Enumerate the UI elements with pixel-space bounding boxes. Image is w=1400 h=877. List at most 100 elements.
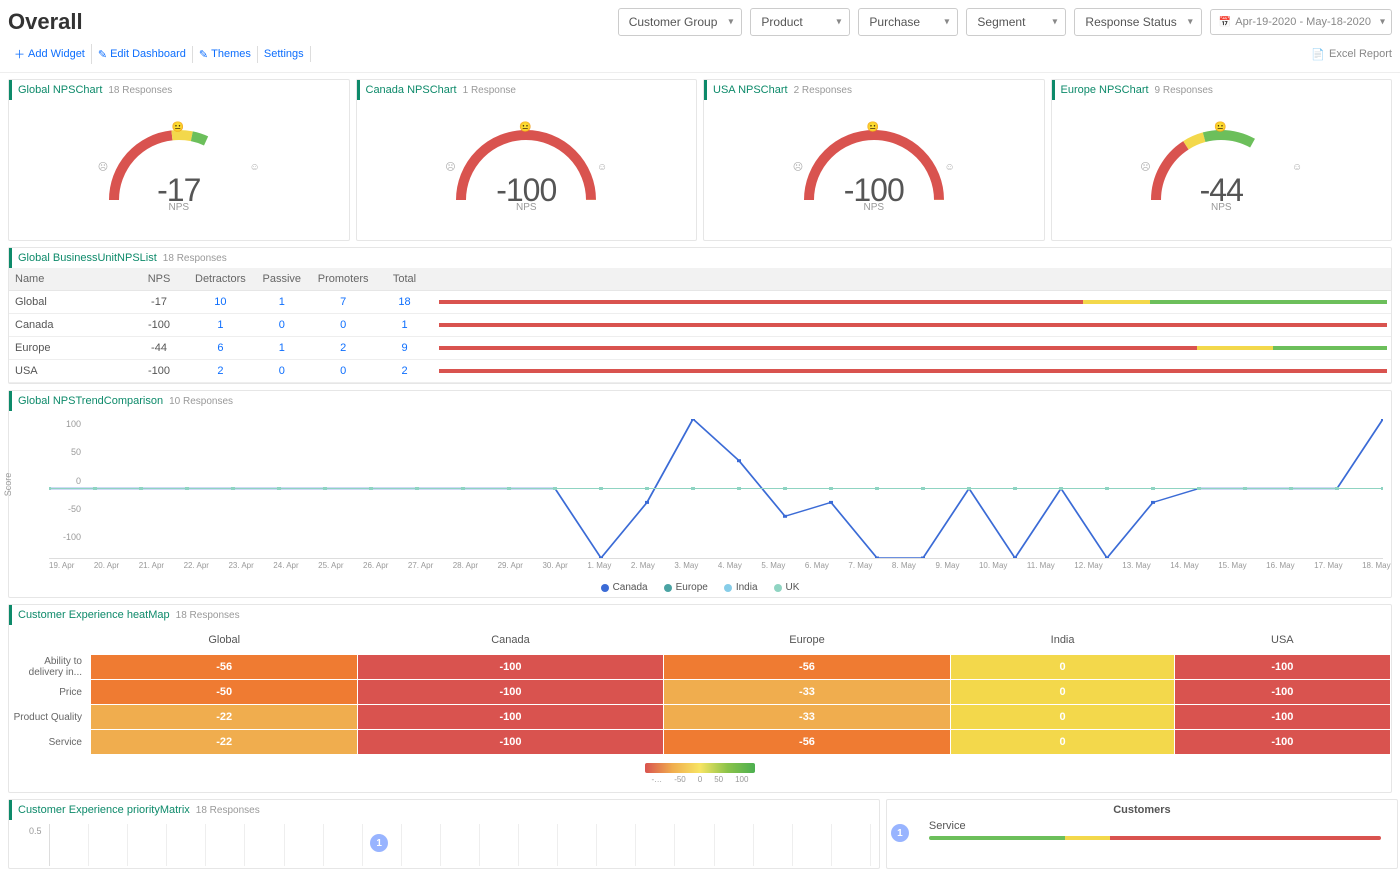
nps-gauge: ☹ 😐 ☺ -100 NPS [357, 100, 697, 240]
filter-product[interactable]: Product [750, 8, 850, 36]
heat-cell[interactable]: 0 [951, 655, 1173, 679]
themes-button[interactable]: ✎Themes [193, 46, 258, 63]
nps-card: Canada NPSChart 1 Response ☹ 😐 ☺ -100 NPS [356, 79, 698, 241]
brush-icon: ✎ [199, 48, 208, 61]
nps-card-sub: 18 Responses [108, 85, 172, 96]
table-row[interactable]: Canada -100 1 0 0 1 [9, 314, 1391, 337]
heat-cell[interactable]: -56 [91, 655, 357, 679]
heat-cell[interactable]: -33 [664, 705, 951, 729]
heat-row: Service-22-100-560-100 [10, 730, 1390, 754]
heat-cell[interactable]: 0 [951, 705, 1173, 729]
nps-gauge: ☹ 😐 ☺ -17 NPS [9, 100, 349, 240]
row-promoters[interactable]: 2 [312, 337, 375, 360]
nps-col-header: NPS [129, 268, 189, 291]
nps-list-card: Global BusinessUnitNPSList 18 Responses … [8, 247, 1392, 384]
row-passive[interactable]: 0 [252, 314, 312, 337]
heat-col: Global [91, 626, 357, 654]
heatmap-scale-bar [645, 763, 755, 773]
legend-item[interactable]: UK [774, 582, 800, 593]
row-name: USA [9, 360, 129, 383]
heat-row-label: Ability to delivery in... [10, 655, 90, 679]
priority-ytick: 0.5 [29, 826, 42, 836]
heat-cell[interactable]: -100 [358, 655, 662, 679]
filter-purchase[interactable]: Purchase [858, 8, 958, 36]
add-widget-button[interactable]: ＋Add Widget [8, 44, 92, 64]
customers-bubble[interactable]: 1 [891, 824, 909, 842]
row-detractors[interactable]: 6 [189, 337, 252, 360]
row-promoters[interactable]: 7 [312, 291, 375, 314]
priority-matrix-card: Customer Experience priorityMatrix 18 Re… [8, 799, 880, 869]
legend-item[interactable]: Canada [601, 582, 648, 593]
heat-cell[interactable]: -22 [91, 705, 357, 729]
heat-cell[interactable]: -56 [664, 730, 951, 754]
heat-cell[interactable]: -50 [91, 680, 357, 704]
settings-button[interactable]: Settings [258, 46, 311, 62]
nps-col-bar [435, 268, 1392, 291]
legend-dot-icon [774, 584, 782, 592]
heat-cell[interactable]: 0 [951, 730, 1173, 754]
row-detractors[interactable]: 2 [189, 360, 252, 383]
trend-sub: 10 Responses [169, 396, 233, 407]
heat-cell[interactable]: -100 [1175, 680, 1390, 704]
heat-row: Price-50-100-330-100 [10, 680, 1390, 704]
nps-label: NPS [94, 202, 264, 213]
customers-bar [929, 836, 1381, 840]
heatmap-sub: 18 Responses [176, 610, 240, 621]
nps-gauge: ☹ 😐 ☺ -44 NPS [1052, 100, 1392, 240]
row-nps: -100 [129, 360, 189, 383]
legend-item[interactable]: India [724, 582, 758, 593]
nps-col-header: Name [9, 268, 129, 291]
row-detractors[interactable]: 1 [189, 314, 252, 337]
nps-card-sub: 2 Responses [794, 85, 852, 96]
excel-report-button[interactable]: 📄Excel Report [1311, 48, 1392, 61]
trend-plot[interactable]: 100500-50-100 [49, 419, 1383, 559]
row-nps: -17 [129, 291, 189, 314]
heat-cell[interactable]: -100 [1175, 705, 1390, 729]
row-total[interactable]: 18 [375, 291, 435, 314]
table-row[interactable]: USA -100 2 0 0 2 [9, 360, 1391, 383]
row-passive[interactable]: 1 [252, 337, 312, 360]
nps-label: NPS [789, 202, 959, 213]
row-detractors[interactable]: 10 [189, 291, 252, 314]
row-passive[interactable]: 1 [252, 291, 312, 314]
table-row[interactable]: Europe -44 6 1 2 9 [9, 337, 1391, 360]
trend-ylabel: Score [3, 473, 13, 497]
row-promoters[interactable]: 0 [312, 360, 375, 383]
settings-label: Settings [264, 48, 304, 60]
legend-item[interactable]: Europe [664, 582, 708, 593]
nps-card-sub: 1 Response [463, 85, 516, 96]
priority-plot[interactable]: 1 [49, 824, 871, 866]
filter-response-status[interactable]: Response Status [1074, 8, 1201, 36]
row-passive[interactable]: 0 [252, 360, 312, 383]
date-range-picker[interactable]: Apr-19-2020 - May-18-2020 [1210, 9, 1392, 35]
trend-card: Global NPSTrendComparison 10 Responses S… [8, 390, 1392, 598]
heat-cell[interactable]: -56 [664, 655, 951, 679]
heat-col: USA [1175, 626, 1390, 654]
table-row[interactable]: Global -17 10 1 7 18 [9, 291, 1391, 314]
heat-cell[interactable]: -33 [664, 680, 951, 704]
row-promoters[interactable]: 0 [312, 314, 375, 337]
heat-row: Ability to delivery in...-56-100-560-100 [10, 655, 1390, 679]
row-total[interactable]: 9 [375, 337, 435, 360]
trend-xaxis: 19. Apr20. Apr21. Apr22. Apr23. Apr24. A… [9, 559, 1391, 576]
nps-col-header: Total [375, 268, 435, 291]
nps-card: USA NPSChart2 Responses ☹ 😐 ☺ -100 NPS [703, 79, 1045, 241]
heat-cell[interactable]: -100 [1175, 655, 1390, 679]
filter-customer-group[interactable]: Customer Group [618, 8, 743, 36]
trend-legend: Canada Europe India UK [9, 576, 1391, 597]
heat-row: Product Quality-22-100-330-100 [10, 705, 1390, 729]
row-total[interactable]: 2 [375, 360, 435, 383]
nps-card-title: Canada NPSChart [366, 84, 457, 96]
heat-cell[interactable]: -100 [1175, 730, 1390, 754]
heat-cell[interactable]: -22 [91, 730, 357, 754]
row-total[interactable]: 1 [375, 314, 435, 337]
row-nps: -100 [129, 314, 189, 337]
edit-dashboard-button[interactable]: ✎Edit Dashboard [92, 46, 193, 63]
heat-cell[interactable]: 0 [951, 680, 1173, 704]
nps-gauge-row: Global NPSChart18 Responses ☹ 😐 ☺ -17 NP… [0, 73, 1400, 247]
heat-cell[interactable]: -100 [358, 680, 662, 704]
heat-cell[interactable]: -100 [358, 705, 662, 729]
heat-cell[interactable]: -100 [358, 730, 662, 754]
filter-segment[interactable]: Segment [966, 8, 1066, 36]
trend-title: Global NPSTrendComparison [18, 395, 163, 407]
